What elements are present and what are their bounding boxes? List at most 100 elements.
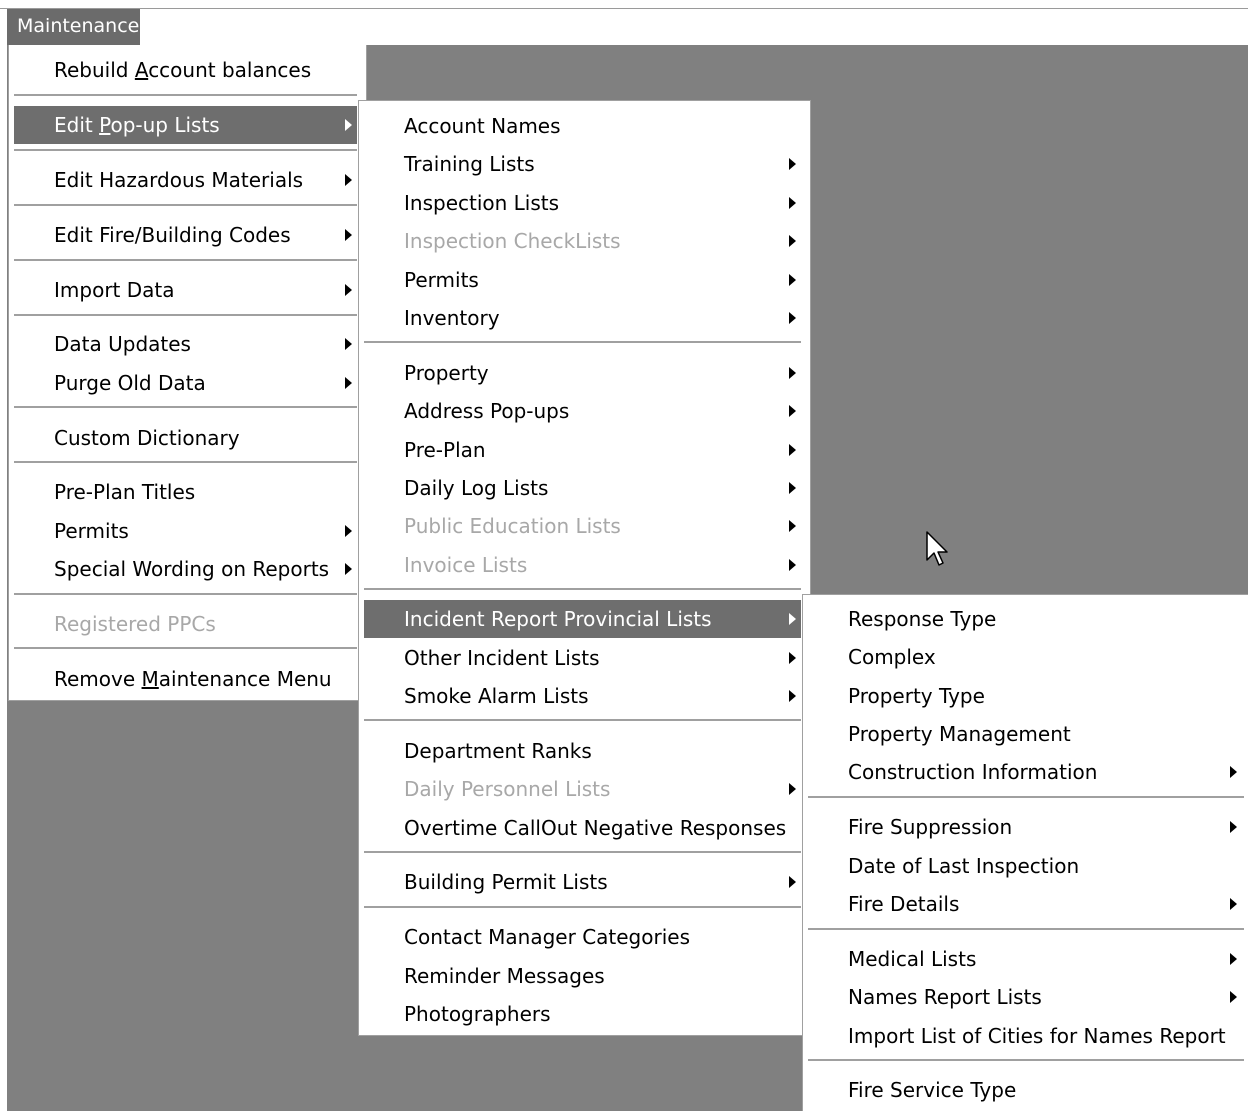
- separator: [14, 461, 357, 464]
- submenu-arrow-icon: [1230, 953, 1237, 965]
- inspection-lists-item[interactable]: Inspection Lists: [364, 184, 801, 222]
- maintenance-menu[interactable]: Maintenance: [7, 9, 140, 45]
- submenu-arrow-icon: [789, 367, 796, 379]
- complex-label: Complex: [848, 645, 936, 669]
- custom-dictionary-item[interactable]: Custom Dictionary: [14, 419, 357, 457]
- separator: [14, 647, 357, 650]
- account-names-label: Account Names: [404, 114, 561, 138]
- building-permit-lists-label: Building Permit Lists: [404, 870, 608, 894]
- medical-lists-item[interactable]: Medical Lists: [808, 940, 1244, 978]
- inspection-checklists-item: Inspection CheckLists: [364, 222, 801, 260]
- permits-lists-item[interactable]: Permits: [364, 261, 801, 299]
- menu-bar: [0, 0, 1248, 45]
- fire-service-type-item[interactable]: Fire Service Type: [808, 1071, 1244, 1109]
- submenu-arrow-icon: [1230, 766, 1237, 778]
- separator: [808, 796, 1244, 799]
- address-popups-label: Address Pop-ups: [404, 399, 570, 423]
- import-cities-label: Import List of Cities for Names Report: [848, 1024, 1226, 1048]
- property-management-label: Property Management: [848, 722, 1071, 746]
- other-incident-lists-item[interactable]: Other Incident Lists: [364, 639, 801, 677]
- preplan-titles-item[interactable]: Pre-Plan Titles: [14, 473, 357, 511]
- mouse-pointer-icon: [926, 531, 948, 566]
- permits-item[interactable]: Permits: [14, 512, 357, 550]
- department-ranks-item[interactable]: Department Ranks: [364, 732, 801, 770]
- menu-bar-border: [0, 8, 1248, 9]
- building-permit-lists-item[interactable]: Building Permit Lists: [364, 863, 801, 901]
- special-wording-item[interactable]: Special Wording on Reports: [14, 550, 357, 588]
- pre-plan-item[interactable]: Pre-Plan: [364, 431, 801, 469]
- submenu-arrow-icon: [789, 613, 796, 625]
- department-ranks-label: Department Ranks: [404, 739, 592, 763]
- submenu-arrow-icon: [345, 174, 352, 186]
- separator: [364, 719, 801, 722]
- incident-report-provincial-lists-item[interactable]: Incident Report Provincial Lists: [364, 600, 801, 638]
- reminder-messages-item[interactable]: Reminder Messages: [364, 957, 801, 995]
- daily-log-lists-item[interactable]: Daily Log Lists: [364, 469, 801, 507]
- reminder-messages-label: Reminder Messages: [404, 964, 605, 988]
- submenu-arrow-icon: [789, 405, 796, 417]
- purge-old-data-label: Purge Old Data: [54, 371, 206, 395]
- property-item[interactable]: Property: [364, 354, 801, 392]
- inventory-item[interactable]: Inventory: [364, 299, 801, 337]
- property-management-item[interactable]: Property Management: [808, 715, 1244, 753]
- separator: [364, 851, 801, 854]
- contact-manager-categories-item[interactable]: Contact Manager Categories: [364, 918, 801, 956]
- permits-lists-label: Permits: [404, 268, 479, 292]
- fire-suppression-item[interactable]: Fire Suppression: [808, 808, 1244, 846]
- submenu-arrow-icon: [789, 652, 796, 664]
- submenu-arrow-icon: [345, 377, 352, 389]
- submenu-arrow-icon: [1230, 821, 1237, 833]
- maintenance-dropdown: Rebuild Account balances Edit Pop-up Lis…: [8, 45, 367, 701]
- date-of-last-inspection-item[interactable]: Date of Last Inspection: [808, 847, 1244, 885]
- registered-ppcs-label: Registered PPCs: [54, 612, 216, 636]
- edit-popup-lists-item[interactable]: Edit Pop-up Lists: [14, 106, 357, 144]
- inspection-lists-label: Inspection Lists: [404, 191, 560, 215]
- separator: [808, 1059, 1244, 1062]
- overtime-callout-label: Overtime CallOut Negative Responses: [404, 816, 787, 840]
- submenu-arrow-icon: [345, 525, 352, 537]
- edit-hazardous-materials-item[interactable]: Edit Hazardous Materials: [14, 161, 357, 199]
- contact-manager-categories-label: Contact Manager Categories: [404, 925, 690, 949]
- purge-old-data-item[interactable]: Purge Old Data: [14, 364, 357, 402]
- submenu-arrow-icon: [789, 235, 796, 247]
- response-type-label: Response Type: [848, 607, 997, 631]
- training-lists-item[interactable]: Training Lists: [364, 145, 801, 183]
- import-cities-item[interactable]: Import List of Cities for Names Report: [808, 1017, 1244, 1055]
- response-type-item[interactable]: Response Type: [808, 600, 1244, 638]
- submenu-arrow-icon: [789, 274, 796, 286]
- overtime-callout-item[interactable]: Overtime CallOut Negative Responses: [364, 809, 801, 847]
- edit-hazardous-materials-label: Edit Hazardous Materials: [54, 168, 304, 192]
- construction-information-label: Construction Information: [848, 760, 1098, 784]
- names-report-lists-label: Names Report Lists: [848, 985, 1042, 1009]
- custom-dictionary-label: Custom Dictionary: [54, 426, 240, 450]
- submenu-arrow-icon: [789, 520, 796, 532]
- edit-fire-building-codes-item[interactable]: Edit Fire/Building Codes: [14, 216, 357, 254]
- account-names-item[interactable]: Account Names: [364, 107, 801, 145]
- submenu-arrow-icon: [1230, 898, 1237, 910]
- remove-maintenance-menu-item[interactable]: Remove Maintenance Menu: [14, 660, 357, 698]
- inspection-checklists-label: Inspection CheckLists: [404, 229, 621, 253]
- import-data-item[interactable]: Import Data: [14, 271, 357, 309]
- names-report-lists-item[interactable]: Names Report Lists: [808, 978, 1244, 1016]
- rebuild-account-balances-item[interactable]: Rebuild Account balances: [14, 51, 357, 89]
- photographers-item[interactable]: Photographers: [364, 995, 801, 1033]
- submenu-arrow-icon: [789, 559, 796, 571]
- separator: [364, 588, 801, 591]
- address-popups-item[interactable]: Address Pop-ups: [364, 392, 801, 430]
- smoke-alarm-lists-item[interactable]: Smoke Alarm Lists: [364, 677, 801, 715]
- submenu-arrow-icon: [789, 783, 796, 795]
- construction-information-item[interactable]: Construction Information: [808, 753, 1244, 791]
- separator: [14, 593, 357, 596]
- separator: [808, 928, 1244, 931]
- submenu-arrow-icon: [789, 312, 796, 324]
- fire-details-item[interactable]: Fire Details: [808, 885, 1244, 923]
- separator: [14, 204, 357, 207]
- fire-details-label: Fire Details: [848, 892, 960, 916]
- property-type-item[interactable]: Property Type: [808, 677, 1244, 715]
- submenu-arrow-icon: [1230, 991, 1237, 1003]
- complex-item[interactable]: Complex: [808, 638, 1244, 676]
- fire-service-type-label: Fire Service Type: [848, 1078, 1017, 1102]
- data-updates-item[interactable]: Data Updates: [14, 325, 357, 363]
- fire-suppression-label: Fire Suppression: [848, 815, 1013, 839]
- submenu-arrow-icon: [345, 119, 352, 131]
